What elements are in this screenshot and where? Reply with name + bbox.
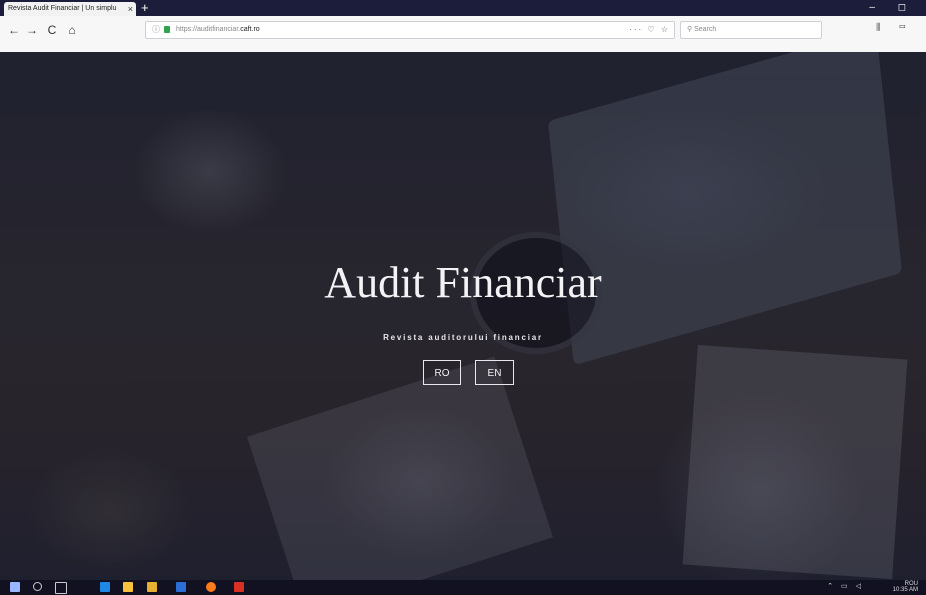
site-title: Audit Financiar [324,258,602,307]
os-taskbar: ⌃ ▭ ◁ ROU 10:35 AM [0,580,926,595]
start-icon[interactable] [10,582,20,592]
forward-button[interactable]: → [24,22,40,38]
new-tab-button[interactable]: + [141,0,149,16]
app-icon[interactable] [234,582,244,592]
system-tray-icons[interactable]: ⌃ ▭ ◁ [827,582,864,590]
browser-toolbar: ← → C ⌂ ⓘ https://auditfinanciar.caft.ro… [0,16,926,53]
firefox-icon[interactable] [206,582,216,592]
lang-ro-button[interactable]: RO [423,360,461,385]
edge-icon[interactable] [100,582,110,592]
home-button[interactable]: ⌂ [64,22,80,38]
system-clock[interactable]: ROU 10:35 AM [893,581,918,593]
clock-time: 10:35 AM [892,587,918,593]
lang-en-button[interactable]: EN [475,360,514,385]
tab-title: Revista Audit Financiar | Un simplu [8,5,117,12]
word-icon[interactable] [176,582,186,592]
reload-button[interactable]: C [44,22,60,38]
address-bar[interactable]: ⓘ https://auditfinanciar.caft.ro ··· ♡ ☆ [145,21,675,39]
file-explorer-icon[interactable] [123,582,133,592]
back-button[interactable]: ← [6,22,22,38]
info-icon[interactable]: ⓘ [152,22,160,38]
sticky-notes-icon[interactable] [147,582,157,592]
hero-section: Audit Financiar Revista auditorului fina… [0,52,926,580]
url-text[interactable]: https://auditfinanciar.caft.ro [176,22,260,38]
page-actions[interactable]: ··· ♡ ☆ [629,22,670,38]
close-tab-icon[interactable]: × [128,2,133,16]
library-sidebar-icons[interactable]: ⫼ ▭ [876,22,914,33]
task-view-icon[interactable] [55,582,67,594]
search-placeholder: Search [694,26,717,33]
lock-icon [164,26,170,33]
browser-tab[interactable]: Revista Audit Financiar | Un simplu × [4,2,136,16]
search-input[interactable]: ⚲ Search [680,21,822,39]
window-controls[interactable]: – ◻ [869,0,916,16]
browser-tab-bar: Revista Audit Financiar | Un simplu × + … [0,0,926,16]
search-icon[interactable] [33,582,42,591]
url-domain: caft.ro [240,26,260,33]
dark-overlay [0,52,926,580]
site-subtitle: Revista auditorului financiar [383,333,543,342]
